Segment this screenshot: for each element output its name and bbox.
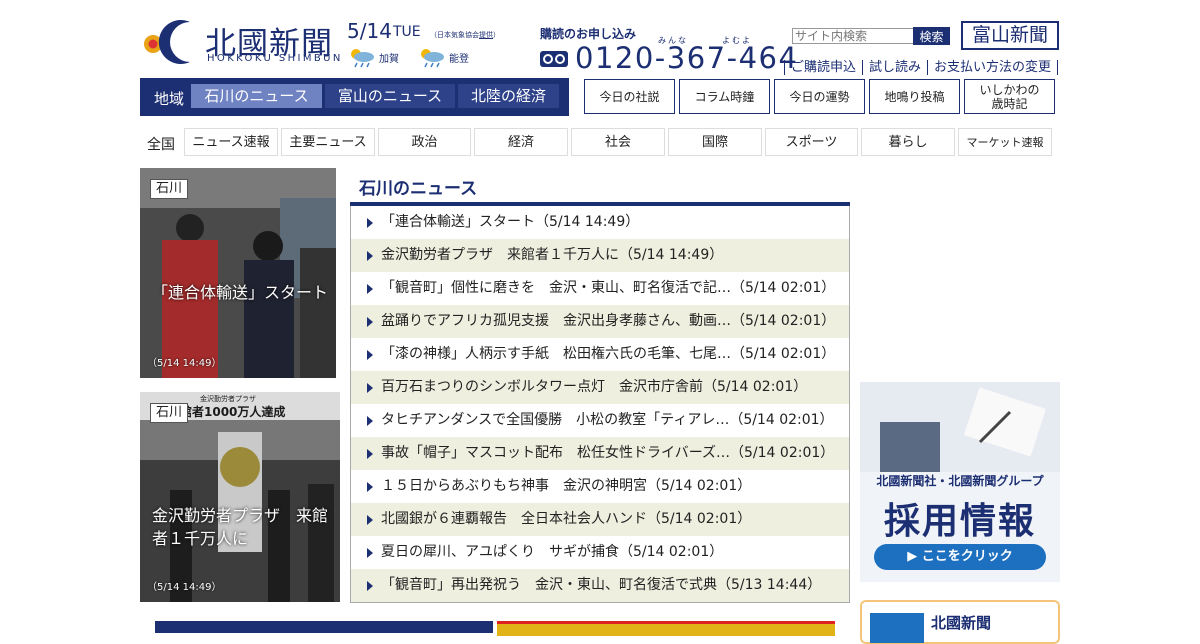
banner-click-button[interactable]: ▶ ここをクリック [874, 544, 1046, 570]
weather-kaga[interactable]: 加賀 [347, 46, 399, 70]
news-list: 「連合体輸送」スタート（5/14 14:49） 金沢勤労者プラザ 来館者１千万人に… [350, 206, 850, 603]
news-section-title: 石川のニュース [359, 179, 478, 199]
cat-international[interactable]: 国際 [668, 128, 762, 156]
weather-source: （日本気象協会提供） [430, 31, 500, 39]
cat-politics[interactable]: 政治 [378, 128, 471, 156]
arrow-icon [367, 515, 373, 525]
photo-story-2[interactable]: 金沢勤労者プラザ 館者1000万人達成 石川 金沢勤労者プラザ 来館者１千万人に… [140, 392, 340, 602]
subscription-links: ご購読申込 試し読み お支払い方法の変更 [784, 56, 1059, 75]
cat-top-news[interactable]: 主要ニュース [281, 128, 375, 156]
news-item[interactable]: 「観音町」再出発祝う 金沢・東山、町名復活で式典（5/13 14:44） [351, 569, 849, 602]
cat-breaking-news[interactable]: ニュース速報 [184, 128, 278, 156]
news-item[interactable]: 「観音町」個性に磨きを 金沢・東山、町名復活で記…（5/14 02:01） [351, 272, 849, 305]
arrow-icon [367, 383, 373, 393]
arrow-icon [367, 548, 373, 558]
news-item-text[interactable]: 百万石まつりのシンボルタワー点灯 金沢市庁舎前（5/14 02:01） [381, 371, 807, 404]
arrow-icon [367, 449, 373, 459]
tab-ishikawa-news[interactable]: 石川のニュース [191, 84, 322, 108]
photo-timestamp: （5/14 14:49） [147, 358, 222, 369]
region-tag: 石川 [150, 403, 189, 423]
free-dial-icon [540, 51, 568, 67]
photo-story-1[interactable]: 石川 「連合体輸送」スタート （5/14 14:49） [140, 168, 336, 378]
arrow-icon [367, 218, 373, 228]
fortune-link[interactable]: 今日の運勢 [774, 79, 865, 114]
arrow-icon [367, 416, 373, 426]
news-item-text[interactable]: １５日からあぶりもち神事 金沢の神明宮（5/14 02:01） [381, 470, 751, 503]
ishikawa-saijiki-link[interactable]: いしかわの 歳時記 [964, 79, 1055, 114]
bottom-ad-right[interactable] [497, 621, 835, 636]
bottom-ad-left[interactable] [155, 621, 493, 633]
news-item-text[interactable]: 「漆の神様」人柄示す手紙 松田権六氏の毛筆、七尾…（5/14 02:01） [381, 338, 835, 371]
editorial-link[interactable]: 今日の社説 [584, 79, 675, 114]
news-item-text[interactable]: 北國銀が６連覇報告 全日本社会人ハンド（5/14 02:01） [381, 503, 751, 536]
news-item[interactable]: 「漆の神様」人柄示す手紙 松田権六氏の毛筆、七尾…（5/14 02:01） [351, 338, 849, 371]
category-label: 全国 [147, 137, 175, 153]
date-day: 5/14 [347, 19, 392, 43]
date-weekday: TUE [393, 24, 421, 40]
weather-noto[interactable]: 能登 [417, 46, 469, 70]
news-item[interactable]: １５日からあぶりもち神事 金沢の神明宮（5/14 02:01） [351, 470, 849, 503]
recruit-banner[interactable]: 北國新聞社・北國新聞グループ 採用情報 ▶ ここをクリック [860, 382, 1060, 582]
photo-timestamp: （5/14 14:49） [147, 582, 222, 593]
photo-caption[interactable]: 「連合体輸送」スタート [152, 281, 332, 304]
arrow-icon [367, 581, 373, 591]
arrow-icon [367, 317, 373, 327]
news-item-text[interactable]: 夏日の犀川、アユぱくり サギが捕食（5/14 02:01） [381, 536, 723, 569]
news-item-text[interactable]: 「観音町」再出発祝う 金沢・東山、町名復活で式典（5/13 14:44） [381, 569, 821, 602]
subscription-title: 購読のお申し込み [540, 27, 637, 41]
subscription-phone[interactable]: 0120-367-464 [575, 41, 798, 75]
search-button[interactable]: 検索 [913, 27, 950, 45]
cat-society[interactable]: 社会 [571, 128, 665, 156]
news-item-text[interactable]: 金沢勤労者プラザ 来館者１千万人に（5/14 14:49） [381, 239, 723, 272]
news-item-text[interactable]: タヒチアンダンスで全国優勝 小松の教室「ティアレ…（5/14 02:01） [381, 404, 834, 437]
news-item[interactable]: 百万石まつりのシンボルタワー点灯 金沢市庁舎前（5/14 02:01） [351, 371, 849, 404]
region-label: 地域 [154, 90, 185, 108]
news-item-text[interactable]: 「観音町」個性に磨きを 金沢・東山、町名復活で記…（5/14 02:01） [381, 272, 835, 305]
cat-economy[interactable]: 経済 [474, 128, 568, 156]
news-item[interactable]: 夏日の犀川、アユぱくり サギが捕食（5/14 02:01） [351, 536, 849, 569]
cat-market-news[interactable]: マーケット速報 [958, 128, 1052, 156]
sun-rain-icon [421, 49, 444, 68]
cat-sports[interactable]: スポーツ [765, 128, 858, 156]
tab-hokuriku-economy[interactable]: 北陸の経済 [458, 84, 559, 108]
arrow-icon [367, 482, 373, 492]
jisho-column-link[interactable]: コラム時鐘 [679, 79, 770, 114]
cat-living[interactable]: 暮らし [861, 128, 955, 156]
news-item[interactable]: 「連合体輸送」スタート（5/14 14:49） [351, 206, 849, 239]
weather-source-link[interactable]: 提供 [479, 31, 493, 39]
hokkoku-logo-mark[interactable] [140, 16, 198, 66]
news-item[interactable]: 北國銀が６連覇報告 全日本社会人ハンド（5/14 02:01） [351, 503, 849, 536]
banner-title: 採用情報 [883, 501, 1036, 542]
site-search-input[interactable] [792, 28, 916, 44]
news-item-text[interactable]: 盆踊りでアフリカ孤児支援 金沢出身孝藤さん、動画…（5/14 02:01） [381, 305, 835, 338]
arrow-icon [367, 284, 373, 294]
photo-sign-lower: 館者1000万人達成 [180, 405, 286, 419]
banner-photo [860, 382, 1060, 472]
photo-caption[interactable]: 金沢勤労者プラザ 来館者１千万人に [152, 504, 338, 550]
tab-toyama-news[interactable]: 富山のニュース [325, 84, 455, 108]
news-item[interactable]: 盆踊りでアフリカ孤児支援 金沢出身孝藤さん、動画…（5/14 02:01） [351, 305, 849, 338]
news-item-text[interactable]: 「連合体輸送」スタート（5/14 14:49） [381, 206, 639, 239]
region-tag: 石川 [150, 179, 189, 199]
subscribe-link[interactable]: ご購読申込 [784, 60, 863, 75]
logo-subtitle: HOKKOKU SHIMBUN [207, 53, 343, 64]
payment-change-link[interactable]: お支払い方法の変更 [927, 60, 1059, 75]
arrow-icon [367, 350, 373, 360]
news-item[interactable]: タヒチアンダンスで全国優勝 小松の教室「ティアレ…（5/14 02:01） [351, 404, 849, 437]
news-item[interactable]: 金沢勤労者プラザ 来館者１千万人に（5/14 14:49） [351, 239, 849, 272]
toyama-shimbun-link[interactable]: 富山新聞 [961, 21, 1059, 50]
arrow-icon [367, 251, 373, 261]
news-item-text[interactable]: 事故「帽子」マスコット配布 松任女性ドライバーズ…（5/14 02:01） [381, 437, 834, 470]
banner-subtitle: 北國新聞社・北國新聞グループ [876, 474, 1044, 488]
trial-link[interactable]: 試し読み [862, 60, 928, 75]
reader-post-link[interactable]: 地鳴り投稿 [869, 79, 960, 114]
plaza-photo [140, 392, 340, 602]
news-item[interactable]: 事故「帽子」マスコット配布 松任女性ドライバーズ…（5/14 02:01） [351, 437, 849, 470]
hokkoku-card-icon [870, 613, 924, 643]
sun-rain-icon [351, 49, 374, 68]
station-photo [140, 168, 336, 378]
